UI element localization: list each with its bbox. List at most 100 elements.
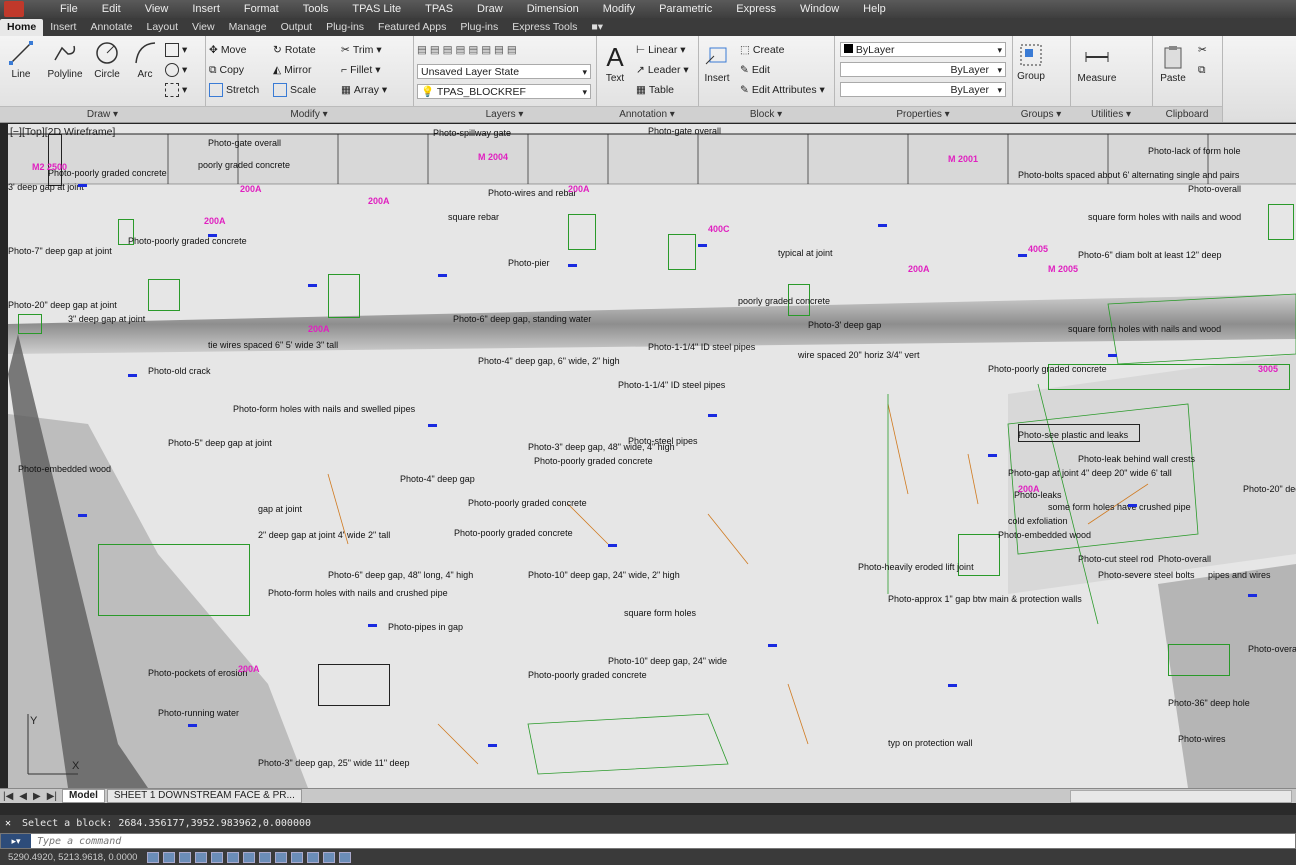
tab-plugins-2[interactable]: Plug-ins (453, 19, 505, 36)
annotation-panel-title[interactable]: Annotation ▾ (596, 106, 698, 122)
leader-button[interactable]: ↗ Leader ▾ (636, 62, 689, 78)
boundary-tool[interactable]: ▾ (165, 82, 187, 98)
menu-express[interactable]: Express (724, 0, 788, 18)
drawing-label[interactable]: Photo-gap at joint 4" deep 20" wide 6' t… (1008, 468, 1172, 478)
circle-button[interactable]: Circle (90, 40, 124, 80)
command-prompt-icon[interactable]: ▸▾ (1, 834, 31, 848)
block-tag[interactable]: M2 2500 (32, 162, 67, 172)
menu-parametric[interactable]: Parametric (647, 0, 724, 18)
move-button[interactable]: ✥ Move (209, 42, 247, 58)
viewport-controls[interactable]: [−][Top][2D Wireframe] (10, 126, 115, 138)
drawing-label[interactable]: Photo-old crack (148, 366, 211, 376)
drawing-label[interactable]: Photo-7" deep gap at joint (8, 246, 112, 256)
transparency-toggle-icon[interactable] (291, 851, 304, 863)
drawing-label[interactable]: Photo-see plastic and leaks (1018, 430, 1128, 440)
color-select[interactable]: ByLayer (840, 42, 1006, 57)
drawing-label[interactable]: Photo-poorly graded concrete (128, 236, 247, 246)
drawing-label[interactable]: square rebar (448, 212, 499, 222)
block-tag[interactable]: 3005 (1258, 364, 1278, 374)
menu-insert[interactable]: Insert (180, 0, 232, 18)
drawing-label[interactable]: Photo-poorly graded concrete (468, 498, 587, 508)
drawing-label[interactable]: Photo-overall (1158, 554, 1211, 564)
ortho-toggle-icon[interactable] (179, 851, 192, 863)
text-button[interactable]: A Text (598, 44, 632, 84)
block-tag[interactable]: 200A (308, 324, 330, 334)
next-layout-icon[interactable]: ▶ (30, 791, 44, 802)
create-block-button[interactable]: ⬚ Create (740, 42, 784, 58)
drawing-label[interactable]: Photo-pockets of erosion (148, 668, 248, 678)
drawing-label[interactable]: cold exfoliation (1008, 516, 1068, 526)
drawing-label[interactable]: Photo-wires and rebar (488, 188, 577, 198)
grid-toggle-icon[interactable] (163, 851, 176, 863)
drawing-label[interactable]: Photo-embedded wood (18, 464, 111, 474)
drawing-label[interactable]: Photo-6" deep gap, standing water (453, 314, 591, 324)
otrack-toggle-icon[interactable] (227, 851, 240, 863)
menu-tpas[interactable]: TPAS (413, 0, 465, 18)
menu-tpas-lite[interactable]: TPAS Lite (340, 0, 413, 18)
prev-layout-icon[interactable]: ◀ (16, 791, 30, 802)
drawing-label[interactable]: Photo-4" deep gap, 6" wide, 2" high (478, 356, 620, 366)
annotation-monitor-icon[interactable] (339, 851, 352, 863)
selection-cycling-icon[interactable] (323, 851, 336, 863)
drawing-label[interactable]: Photo-steel pipes (628, 436, 698, 446)
menu-draw[interactable]: Draw (465, 0, 515, 18)
block-tag[interactable]: 200A (368, 196, 390, 206)
tab-home[interactable]: Home (0, 19, 44, 36)
drawing-label[interactable]: Photo-poorly graded concrete (528, 670, 647, 680)
block-tag[interactable]: 200A (238, 664, 260, 674)
layer-select[interactable]: 💡 TPAS_BLOCKREF (417, 84, 591, 99)
drawing-label[interactable]: Photo-embedded wood (998, 530, 1091, 540)
block-tag[interactable]: 200A (568, 184, 590, 194)
block-tag[interactable]: M 2005 (1048, 264, 1078, 274)
first-layout-icon[interactable]: |◀ (0, 791, 16, 802)
block-tag[interactable]: 200A (1018, 484, 1040, 494)
drawing-label[interactable]: poorly graded concrete (738, 296, 830, 306)
drawing-label[interactable]: square form holes with nails and wood (1068, 324, 1221, 334)
drawing-label[interactable]: Photo-leak behind wall crests (1078, 454, 1195, 464)
paste-button[interactable]: Paste (1156, 44, 1190, 84)
drawing-label[interactable]: Photo-36" deep hole (1168, 698, 1250, 708)
drawing-label[interactable]: typ on protection wall (888, 738, 973, 748)
drawing-label[interactable]: Photo-4" deep gap (400, 474, 475, 484)
drawing-label[interactable]: Photo-gate overall (648, 126, 721, 136)
drawing-label[interactable]: Photo-overall (1188, 184, 1241, 194)
block-panel-title[interactable]: Block ▾ (698, 106, 834, 122)
drawing-label[interactable]: Photo-10" deep gap, 24" wide, 2" high (528, 570, 680, 580)
block-tag[interactable]: 200A (204, 216, 226, 226)
polyline-button[interactable]: Polyline (44, 40, 86, 80)
drawing-label[interactable]: Photo-3" deep gap, 25" wide 11" deep (258, 758, 410, 768)
insert-block-button[interactable]: Insert (700, 44, 734, 84)
tab-insert[interactable]: Insert (43, 19, 83, 36)
menu-file[interactable]: File (48, 0, 90, 18)
menu-tools[interactable]: Tools (291, 0, 341, 18)
horizontal-scrollbar[interactable] (1070, 790, 1292, 803)
copy-clip-button[interactable]: ⧉ (1198, 62, 1206, 78)
drawing-label[interactable]: Photo-wires (1178, 734, 1226, 744)
group-button[interactable]: Group (1014, 42, 1048, 82)
drawing-label[interactable]: Photo-20" deep gap at joint (8, 300, 117, 310)
trim-button[interactable]: ✂ Trim ▾ (341, 42, 382, 58)
groups-panel-title[interactable]: Groups ▾ (1012, 106, 1070, 122)
ducs-toggle-icon[interactable] (243, 851, 256, 863)
menu-help[interactable]: Help (851, 0, 898, 18)
menu-modify[interactable]: Modify (591, 0, 647, 18)
drawing-label[interactable]: Photo-heavily eroded lift joint (858, 562, 974, 572)
drawing-label[interactable]: Photo-gate overall (208, 138, 281, 148)
lineweight-toggle-icon[interactable] (275, 851, 288, 863)
drawing-label[interactable]: 3" deep gap at joint (68, 314, 145, 324)
drawing-label[interactable]: Photo-approx 1" gap btw main & protectio… (888, 594, 1082, 604)
rotate-button[interactable]: ↻ Rotate (273, 42, 316, 58)
hatch-tool[interactable]: ▾ (165, 62, 187, 78)
drawing-label[interactable]: Photo-pipes in gap (388, 622, 463, 632)
drawing-label[interactable]: Photo-5" deep gap at joint (168, 438, 272, 448)
drawing-label[interactable]: Photo-20" deep gap (1243, 484, 1296, 494)
line-button[interactable]: Line (4, 40, 38, 80)
block-tag[interactable]: M 2001 (948, 154, 978, 164)
close-icon[interactable]: ✕ (0, 815, 16, 833)
tab-view[interactable]: View (185, 19, 222, 36)
drawing-label[interactable]: wire spaced 20" horiz 3/4" vert (798, 350, 919, 360)
drawing-label[interactable]: Photo-6" diam bolt at least 12" deep (1078, 250, 1221, 260)
array-button[interactable]: ▦ Array ▾ (341, 82, 387, 98)
block-tag[interactable]: 4005 (1028, 244, 1048, 254)
drawing-label[interactable]: Photo-pier (508, 258, 550, 268)
